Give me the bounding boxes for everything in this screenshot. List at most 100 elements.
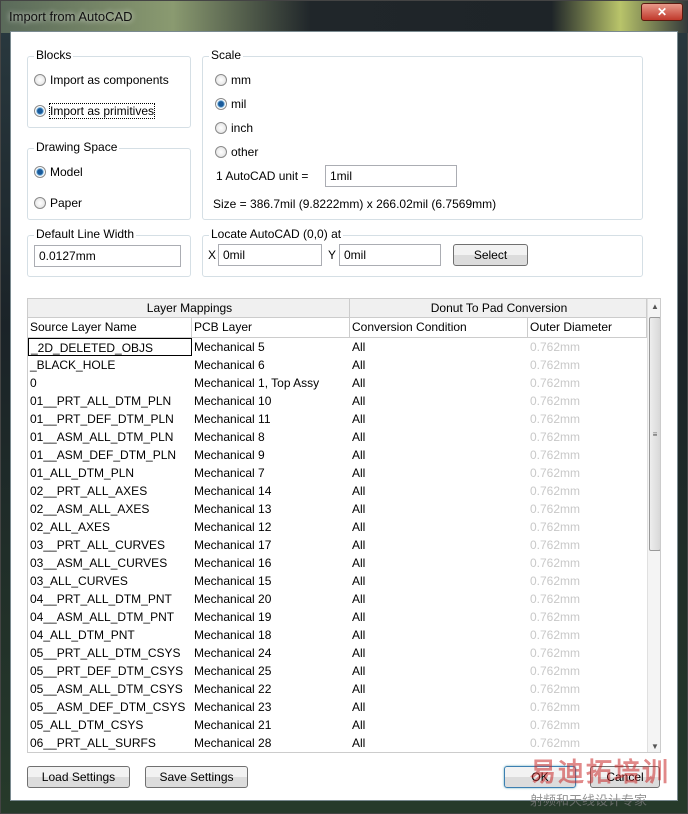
close-button[interactable]: ✕ (641, 3, 683, 21)
table-row[interactable]: 01__PRT_DEF_DTM_PLN Mechanical 11 All 0.762… (28, 410, 647, 428)
conversion-condition-cell[interactable]: All (350, 518, 528, 536)
scroll-down-icon[interactable]: ▼ (648, 742, 660, 751)
conversion-condition-cell[interactable]: All (350, 680, 528, 698)
source-layer-cell[interactable]: 02_ALL_AXES (28, 518, 192, 536)
conversion-condition-cell[interactable]: All (350, 734, 528, 752)
table-row[interactable]: 0 Mechanical 1, Top Assy All 0.762mm (28, 374, 647, 392)
table-row[interactable]: 01_ALL_DTM_PLN Mechanical 7 All 0.762mm (28, 464, 647, 482)
source-layer-cell[interactable]: 06__PRT_ALL_SURFS (28, 734, 192, 752)
source-layer-cell[interactable]: 03__ASM_ALL_CURVES (28, 554, 192, 572)
conversion-condition-cell[interactable]: All (350, 536, 528, 554)
conversion-condition-cell[interactable]: All (350, 572, 528, 590)
conversion-condition-cell[interactable]: All (350, 716, 528, 734)
pcb-layer-cell[interactable]: Mechanical 24 (192, 644, 350, 662)
radio-other[interactable]: other (215, 145, 258, 159)
pcb-layer-cell[interactable]: Mechanical 19 (192, 608, 350, 626)
outer-diameter-cell[interactable]: 0.762mm (528, 482, 647, 500)
outer-diameter-cell[interactable]: 0.762mm (528, 626, 647, 644)
table-row[interactable]: 01__PRT_ALL_DTM_PLN Mechanical 10 All 0.762… (28, 392, 647, 410)
table-row[interactable]: 05__ASM_ALL_DTM_CSYS Mechanical 22 All 0.76… (28, 680, 647, 698)
pcb-layer-cell[interactable]: Mechanical 16 (192, 554, 350, 572)
pcb-layer-cell[interactable]: Mechanical 15 (192, 572, 350, 590)
radio-inch[interactable]: inch (215, 121, 253, 135)
pcb-layer-cell[interactable]: Mechanical 6 (192, 356, 350, 374)
outer-diameter-cell[interactable]: 0.762mm (528, 734, 647, 752)
outer-diameter-cell[interactable]: 0.762mm (528, 698, 647, 716)
pcb-layer-cell[interactable]: Mechanical 11 (192, 410, 350, 428)
table-row[interactable]: 01__ASM_DEF_DTM_PLN Mechanical 9 All 0.762m… (28, 446, 647, 464)
outer-diameter-cell[interactable]: 0.762mm (528, 446, 647, 464)
outer-diameter-cell[interactable]: 0.762mm (528, 590, 647, 608)
source-layer-cell[interactable]: _2D_DELETED_OBJS (28, 338, 192, 356)
source-layer-cell[interactable]: 01__PRT_DEF_DTM_PLN (28, 410, 192, 428)
y-input[interactable]: 0mil (339, 244, 441, 266)
table-row[interactable]: 01__ASM_ALL_DTM_PLN Mechanical 8 All 0.762m… (28, 428, 647, 446)
outer-diameter-cell[interactable]: 0.762mm (528, 338, 647, 356)
outer-diameter-cell[interactable]: 0.762mm (528, 680, 647, 698)
source-layer-cell[interactable]: 03_ALL_CURVES (28, 572, 192, 590)
conversion-condition-cell[interactable]: All (350, 392, 528, 410)
table-row[interactable]: 03_ALL_CURVES Mechanical 15 All 0.762mm (28, 572, 647, 590)
radio-paper[interactable]: Paper (34, 196, 82, 210)
pcb-layer-cell[interactable]: Mechanical 23 (192, 698, 350, 716)
outer-diameter-cell[interactable]: 0.762mm (528, 500, 647, 518)
load-settings-button[interactable]: Load Settings (27, 766, 130, 788)
source-layer-cell[interactable]: 05__ASM_ALL_DTM_CSYS (28, 680, 192, 698)
conversion-condition-cell[interactable]: All (350, 428, 528, 446)
pcb-layer-cell[interactable]: Mechanical 5 (192, 338, 350, 356)
table-row[interactable]: 02__PRT_ALL_AXES Mechanical 14 All 0.762mm (28, 482, 647, 500)
line-width-input[interactable]: 0.0127mm (34, 245, 181, 267)
source-layer-cell[interactable]: 04__PRT_ALL_DTM_PNT (28, 590, 192, 608)
table-row[interactable]: 03__ASM_ALL_CURVES Mechanical 16 All 0.762m… (28, 554, 647, 572)
conversion-condition-cell[interactable]: All (350, 482, 528, 500)
conversion-condition-cell[interactable]: All (350, 554, 528, 572)
radio-import-primitives[interactable]: Import as primitives (34, 103, 156, 119)
conversion-condition-cell[interactable]: All (350, 698, 528, 716)
outer-diameter-cell[interactable]: 0.762mm (528, 662, 647, 680)
conversion-condition-cell[interactable]: All (350, 446, 528, 464)
pcb-layer-cell[interactable]: Mechanical 12 (192, 518, 350, 536)
scrollbar-thumb[interactable]: ≡ (649, 317, 660, 551)
outer-diameter-cell[interactable]: 0.762mm (528, 644, 647, 662)
pcb-layer-cell[interactable]: Mechanical 22 (192, 680, 350, 698)
conversion-condition-cell[interactable]: All (350, 608, 528, 626)
x-input[interactable]: 0mil (218, 244, 322, 266)
table-row[interactable]: 02_ALL_AXES Mechanical 12 All 0.762mm (28, 518, 647, 536)
pcb-layer-cell[interactable]: Mechanical 28 (192, 734, 350, 752)
save-settings-button[interactable]: Save Settings (145, 766, 248, 788)
table-row[interactable]: _2D_DELETED_OBJS Mechanical 5 All 0.762mm (28, 338, 647, 356)
source-layer-cell[interactable]: 01__ASM_DEF_DTM_PLN (28, 446, 192, 464)
source-layer-cell[interactable]: 03__PRT_ALL_CURVES (28, 536, 192, 554)
source-layer-cell[interactable]: _BLACK_HOLE (28, 356, 192, 374)
pcb-layer-cell[interactable]: Mechanical 21 (192, 716, 350, 734)
outer-diameter-cell[interactable]: 0.762mm (528, 392, 647, 410)
source-layer-cell[interactable]: 05__ASM_DEF_DTM_CSYS (28, 698, 192, 716)
conversion-condition-cell[interactable]: All (350, 410, 528, 428)
conversion-condition-cell[interactable]: All (350, 338, 528, 356)
title-bar[interactable]: Import from AutoCAD ✕ (1, 1, 688, 33)
table-row[interactable]: 02__ASM_ALL_AXES Mechanical 13 All 0.762mm (28, 500, 647, 518)
radio-model[interactable]: Model (34, 165, 83, 179)
source-layer-cell[interactable]: 05__PRT_ALL_DTM_CSYS (28, 644, 192, 662)
conversion-condition-cell[interactable]: All (350, 626, 528, 644)
table-row[interactable]: 04_ALL_DTM_PNT Mechanical 18 All 0.762mm (28, 626, 647, 644)
outer-diameter-cell[interactable]: 0.762mm (528, 464, 647, 482)
vertical-scrollbar[interactable]: ▲ ≡ ▼ (647, 299, 660, 752)
pcb-layer-cell[interactable]: Mechanical 13 (192, 500, 350, 518)
conversion-condition-cell[interactable]: All (350, 500, 528, 518)
col-outer-diameter[interactable]: Outer Diameter (528, 318, 647, 337)
source-layer-cell[interactable]: 02__ASM_ALL_AXES (28, 500, 192, 518)
conversion-condition-cell[interactable]: All (350, 356, 528, 374)
outer-diameter-cell[interactable]: 0.762mm (528, 374, 647, 392)
source-layer-cell[interactable]: 0 (28, 374, 192, 392)
radio-mil[interactable]: mil (215, 97, 246, 111)
outer-diameter-cell[interactable]: 0.762mm (528, 554, 647, 572)
source-layer-cell[interactable]: 01__PRT_ALL_DTM_PLN (28, 392, 192, 410)
conversion-condition-cell[interactable]: All (350, 590, 528, 608)
table-row[interactable]: 05_ALL_DTM_CSYS Mechanical 21 All 0.762mm (28, 716, 647, 734)
table-row[interactable]: 05__ASM_DEF_DTM_CSYS Mechanical 23 All 0.76… (28, 698, 647, 716)
scroll-up-icon[interactable]: ▲ (648, 302, 660, 311)
pcb-layer-cell[interactable]: Mechanical 7 (192, 464, 350, 482)
unit-input[interactable]: 1mil (325, 165, 457, 187)
col-pcb-layer[interactable]: PCB Layer (192, 318, 350, 337)
